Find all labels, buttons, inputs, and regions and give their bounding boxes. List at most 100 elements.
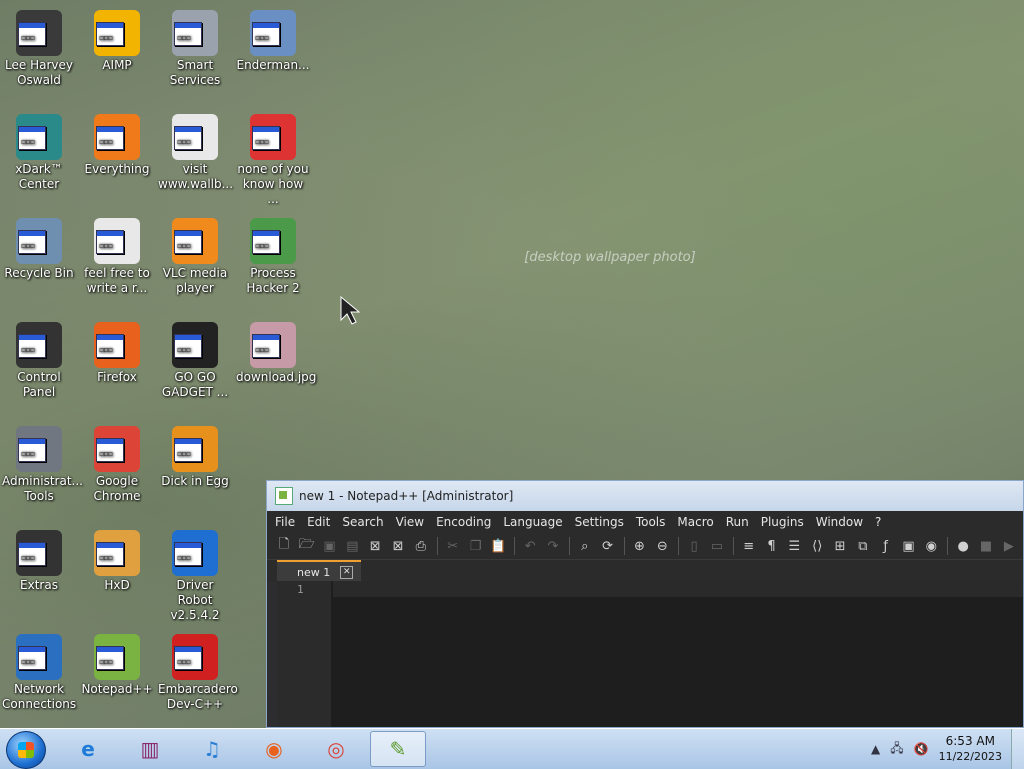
desktop-icon-label: visit www.wallb... [158,162,234,191]
desktop-icon[interactable]: Network Connections [0,628,78,728]
zoom-out-icon[interactable]: ⊖ [653,537,671,555]
menu-window[interactable]: Window [816,515,863,529]
play-macro-icon[interactable]: ▶ [1000,537,1018,555]
firefox-icon[interactable]: ◉ [246,731,302,767]
show-all-chars-icon[interactable]: ¶ [763,537,781,555]
menu-macro[interactable]: Macro [677,515,713,529]
menu-view[interactable]: View [396,515,424,529]
menu-tools[interactable]: Tools [636,515,666,529]
document-map-icon[interactable]: ⊞ [831,537,849,555]
text-area[interactable] [333,581,1023,727]
volume-muted-icon[interactable]: 🔇 [914,742,929,756]
desktop-icon[interactable]: VLC media player [156,212,234,312]
xml-tag-icon[interactable]: ⟨⟩ [808,537,826,555]
desktop-icon[interactable]: Everything [78,108,156,208]
desktop-icon[interactable]: Control Panel [0,316,78,416]
function-list-icon[interactable]: ƒ [877,537,895,555]
find-icon[interactable]: ⌕ [576,537,594,555]
notepadpp-window[interactable]: new 1 - Notepad++ [Administrator] File E… [266,480,1024,728]
redo-icon[interactable]: ↷ [544,537,562,555]
folder-workspace-icon[interactable]: ▣ [900,537,918,555]
show-hidden-icons-icon[interactable]: ▲ [871,742,880,756]
desktop-icon[interactable]: Extras [0,524,78,624]
window-titlebar[interactable]: new 1 - Notepad++ [Administrator] [267,481,1023,511]
cut-icon[interactable]: ✂ [444,537,462,555]
desktop-icon[interactable]: AIMP [78,4,156,104]
start-button[interactable] [6,731,46,769]
show-desktop-button[interactable] [1011,729,1024,769]
print-icon[interactable]: ⎙ [412,537,430,555]
desktop-icon[interactable]: GO GO GADGET ... [156,316,234,416]
itunes-icon[interactable]: ♫ [184,731,240,767]
save-all-icon[interactable]: ▤ [343,537,361,555]
close-all-icon[interactable]: ⊠ [389,537,407,555]
sync-horizontal-icon[interactable]: ▭ [708,537,726,555]
tab-new-1[interactable]: new 1 ✕ [277,560,362,582]
undo-icon[interactable]: ↶ [521,537,539,555]
desktop-icon[interactable]: feel free to write a r... [78,212,156,312]
desktop-icon[interactable]: Google Chrome [78,420,156,520]
desktop-icon[interactable]: HxD [78,524,156,624]
desktop-icon[interactable]: Embarcadero Dev-C++ [156,628,238,728]
zoom-in-icon[interactable]: ⊕ [631,537,649,555]
record-macro-icon[interactable]: ● [954,537,972,555]
copy-icon[interactable]: ❐ [467,537,485,555]
word-wrap-icon[interactable]: ≡ [740,537,758,555]
desktop-icon[interactable]: none of you know how ... [234,108,312,208]
menu-edit[interactable]: Edit [307,515,330,529]
desktop-icon[interactable]: Smart Services [156,4,234,104]
document-list-icon[interactable]: ⧉ [854,537,872,555]
close-file-icon[interactable]: ⊠ [366,537,384,555]
replace-icon[interactable]: ⟳ [599,537,617,555]
desktop-icon[interactable]: download.jpg [234,316,317,416]
clock[interactable]: 6:53 AM 11/22/2023 [939,733,1002,765]
shortcut-overlay-icon [18,22,46,46]
desktop-icon[interactable]: Enderman... [234,4,312,104]
desktop-icon[interactable]: Notepad++ [78,628,156,728]
desktop-icon[interactable]: visit www.wallb... [156,108,234,208]
line-number-gutter: 1 [277,581,331,727]
paste-icon[interactable]: 📋 [489,537,507,555]
menu-plugins[interactable]: Plugins [761,515,804,529]
stop-macro-icon[interactable]: ■ [977,537,995,555]
desktop-icon[interactable]: Firefox [78,316,156,416]
menu-help[interactable]: ? [875,515,881,529]
desktop-icon-label: Enderman... [236,58,310,72]
monitoring-icon[interactable]: ◉ [922,537,940,555]
menu-search[interactable]: Search [342,515,383,529]
desktop-icon-label: feel free to write a r... [84,266,150,295]
text-document-icon [94,218,140,264]
editor[interactable]: 1 [277,581,1023,727]
network-icon [16,634,62,680]
current-line-highlight [333,581,1023,597]
open-folder-icon[interactable]: 🗁 [298,537,316,555]
winrar-icon[interactable]: ▥ [122,731,178,767]
menu-run[interactable]: Run [726,515,749,529]
menu-file[interactable]: File [275,515,295,529]
sync-vertical-icon[interactable]: ▯ [685,537,703,555]
image-file-icon [250,322,296,368]
chrome-icon[interactable]: ◎ [308,731,364,767]
desktop-icon[interactable]: Dick in Egg [156,420,234,520]
menu-settings[interactable]: Settings [575,515,624,529]
menu-encoding[interactable]: Encoding [436,515,491,529]
desktop-icon[interactable]: Driver Robot v2.5.4.2 [156,524,234,624]
indent-guide-icon[interactable]: ☰ [785,537,803,555]
desktop-icon[interactable]: Recycle Bin [0,212,78,312]
wallpaper-placeholder-note: [desktop wallpaper photo] [524,250,696,265]
notepadpp-icon [94,634,140,680]
desktop-icon[interactable]: Administrat... Tools [0,420,83,520]
network-status-icon[interactable]: 🖧 [890,739,903,760]
desktop-icon[interactable]: xDark™ Center [0,108,78,208]
desktop-icon-label: Embarcadero Dev-C++ [158,682,238,711]
notepadpp-icon[interactable]: ✎ [370,731,426,767]
save-icon[interactable]: ▣ [321,537,339,555]
close-icon[interactable]: ✕ [340,565,354,579]
desktop-icon[interactable]: Lee Harvey Oswald [0,4,78,104]
desktop-icon-label: download.jpg [236,370,317,384]
desktop-icon[interactable]: Process Hacker 2 [234,212,312,312]
internet-explorer-icon[interactable]: e [60,731,116,767]
shortcut-overlay-icon [252,126,280,150]
menu-language[interactable]: Language [503,515,562,529]
new-file-icon[interactable]: 🗋 [275,537,293,555]
